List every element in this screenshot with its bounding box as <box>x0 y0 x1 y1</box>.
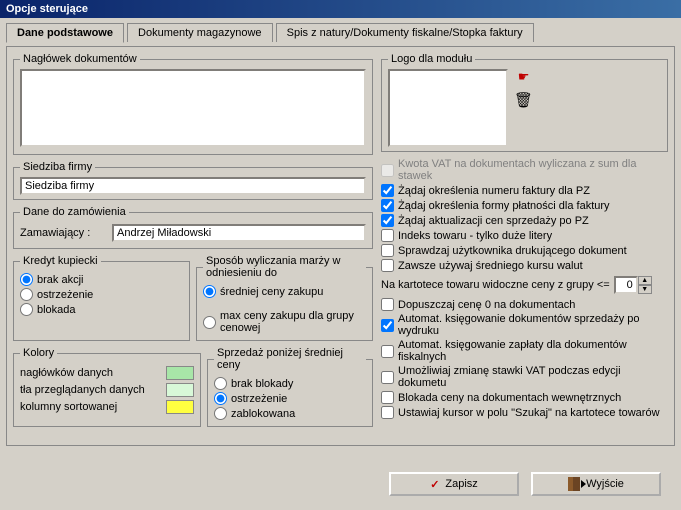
marza-frame: Sposób wyliczania marży w odniesieniu do… <box>196 255 373 341</box>
chk-sprawdzaj-uzytkownika[interactable]: Sprawdzaj użytkownika drukującego dokume… <box>381 244 668 257</box>
tab-spis-fiskalne-stopka[interactable]: Spis z natury/Dokumenty fiskalne/Stopka … <box>276 23 534 42</box>
kredyt-blokada[interactable]: blokada <box>20 303 183 316</box>
kartoteka-label: Na kartotece towaru widoczne ceny z grup… <box>381 279 610 291</box>
sprzedaz-ostrzezenie[interactable]: ostrzeżenie <box>214 392 366 405</box>
save-button[interactable]: Zapisz <box>389 472 519 496</box>
kolor-sort-swatch[interactable] <box>166 400 194 414</box>
spin-up-icon[interactable]: ▲ <box>638 276 652 285</box>
kredyt-frame: Kredyt kupiecki brak akcji ostrzeżenie b… <box>13 255 190 341</box>
select-logo-icon[interactable]: ☛ <box>518 69 530 85</box>
kredyt-ostrzezenie[interactable]: ostrzeżenie <box>20 288 183 301</box>
chk-vat: Kwota VAT na dokumentach wyliczana z sum… <box>381 158 668 182</box>
siedziba-frame: Siedziba firmy <box>13 161 373 200</box>
kolor-tla-swatch[interactable] <box>166 383 194 397</box>
chk-numer-faktury-pz[interactable]: Żądaj określenia numeru faktury dla PZ <box>381 184 668 197</box>
chk-auto-ksieg-sprzedazy[interactable]: Automat. księgowanie dokumentów sprzedaż… <box>381 313 668 337</box>
kredyt-legend: Kredyt kupiecki <box>20 255 101 267</box>
kolor-tla-label: tła przeglądanych danych <box>20 384 160 396</box>
door-icon <box>568 477 580 491</box>
logo-frame: Logo dla modułu ☛ 🗑 <box>381 53 668 152</box>
exit-button[interactable]: Wyjście <box>531 472 661 496</box>
kolor-naglowkow-swatch[interactable] <box>166 366 194 380</box>
kolor-sort-label: kolumny sortowanej <box>20 401 160 413</box>
check-icon <box>430 478 439 491</box>
zamowienia-frame: Dane do zamówienia Zamawiający : <box>13 206 373 249</box>
tab-dokumenty-magazynowe[interactable]: Dokumenty magazynowe <box>127 23 273 42</box>
marza-max[interactable]: max ceny zakupu dla grupy cenowej <box>203 310 366 334</box>
kredyt-brak-akcji[interactable]: brak akcji <box>20 273 183 286</box>
chk-auto-ksieg-zaplaty[interactable]: Automat. księgowanie zapłaty dla dokumen… <box>381 339 668 363</box>
chk-indeks-duze-litery[interactable]: Indeks towaru - tylko duże litery <box>381 229 668 242</box>
spin-down-icon[interactable]: ▼ <box>638 285 652 294</box>
siedziba-legend: Siedziba firmy <box>20 161 95 173</box>
sprzedaz-frame: Sprzedaż poniżej średniej ceny brak blok… <box>207 347 373 427</box>
tab-panel: Nagłówek dokumentów Siedziba firmy Dane … <box>6 46 675 446</box>
naglowek-textarea[interactable] <box>20 69 366 147</box>
window-titlebar: Opcje sterujące <box>0 0 681 18</box>
siedziba-input[interactable] <box>20 177 366 195</box>
tab-strip: Dane podstawowe Dokumenty magazynowe Spi… <box>6 22 675 42</box>
chk-cena-zero[interactable]: Dopuszczaj cenę 0 na dokumentach <box>381 298 668 311</box>
kolor-naglowkow-label: nagłówków danych <box>20 367 160 379</box>
chk-blokada-ceny-wewn[interactable]: Blokada ceny na dokumentach wewnętrznych <box>381 391 668 404</box>
zamowienia-legend: Dane do zamówienia <box>20 206 129 218</box>
chk-sredni-kurs[interactable]: Zawsze używaj średniego kursu walut <box>381 259 668 272</box>
marza-legend: Sposób wyliczania marży w odniesieniu do <box>203 255 366 279</box>
naglowek-legend: Nagłówek dokumentów <box>20 53 140 65</box>
zamawiajacy-input[interactable] <box>112 224 366 242</box>
delete-logo-icon[interactable]: 🗑 <box>514 91 533 109</box>
sprzedaz-zablokowana[interactable]: zablokowana <box>214 407 366 420</box>
chk-zmiana-vat[interactable]: Umożliwiaj zmianę stawki VAT podczas edy… <box>381 365 668 389</box>
kolory-frame: Kolory nagłówków danych tła przeglądanyc… <box>13 347 201 427</box>
kartoteka-spin-input[interactable] <box>614 276 638 294</box>
chk-forma-platnosci[interactable]: Żądaj określenia formy płatności dla fak… <box>381 199 668 212</box>
chk-aktualizacja-cen-pz[interactable]: Żądaj aktualizacji cen sprzedaży po PZ <box>381 214 668 227</box>
logo-preview <box>388 69 508 147</box>
window-title: Opcje sterujące <box>6 3 88 15</box>
tab-dane-podstawowe[interactable]: Dane podstawowe <box>6 23 124 43</box>
zamawiajacy-label: Zamawiający : <box>20 227 108 239</box>
logo-legend: Logo dla modułu <box>388 53 475 65</box>
kolory-legend: Kolory <box>20 347 57 359</box>
marza-srednia[interactable]: średniej ceny zakupu <box>203 285 366 298</box>
sprzedaz-brak-blokady[interactable]: brak blokady <box>214 377 366 390</box>
client-area: Dane podstawowe Dokumenty magazynowe Spi… <box>0 18 681 510</box>
chk-kursor-szukaj[interactable]: Ustawiaj kursor w polu "Szukaj" na karto… <box>381 406 668 419</box>
naglowek-frame: Nagłówek dokumentów <box>13 53 373 155</box>
button-bar: Zapisz Wyjście <box>0 472 681 496</box>
sprzedaz-legend: Sprzedaż poniżej średniej ceny <box>214 347 366 371</box>
